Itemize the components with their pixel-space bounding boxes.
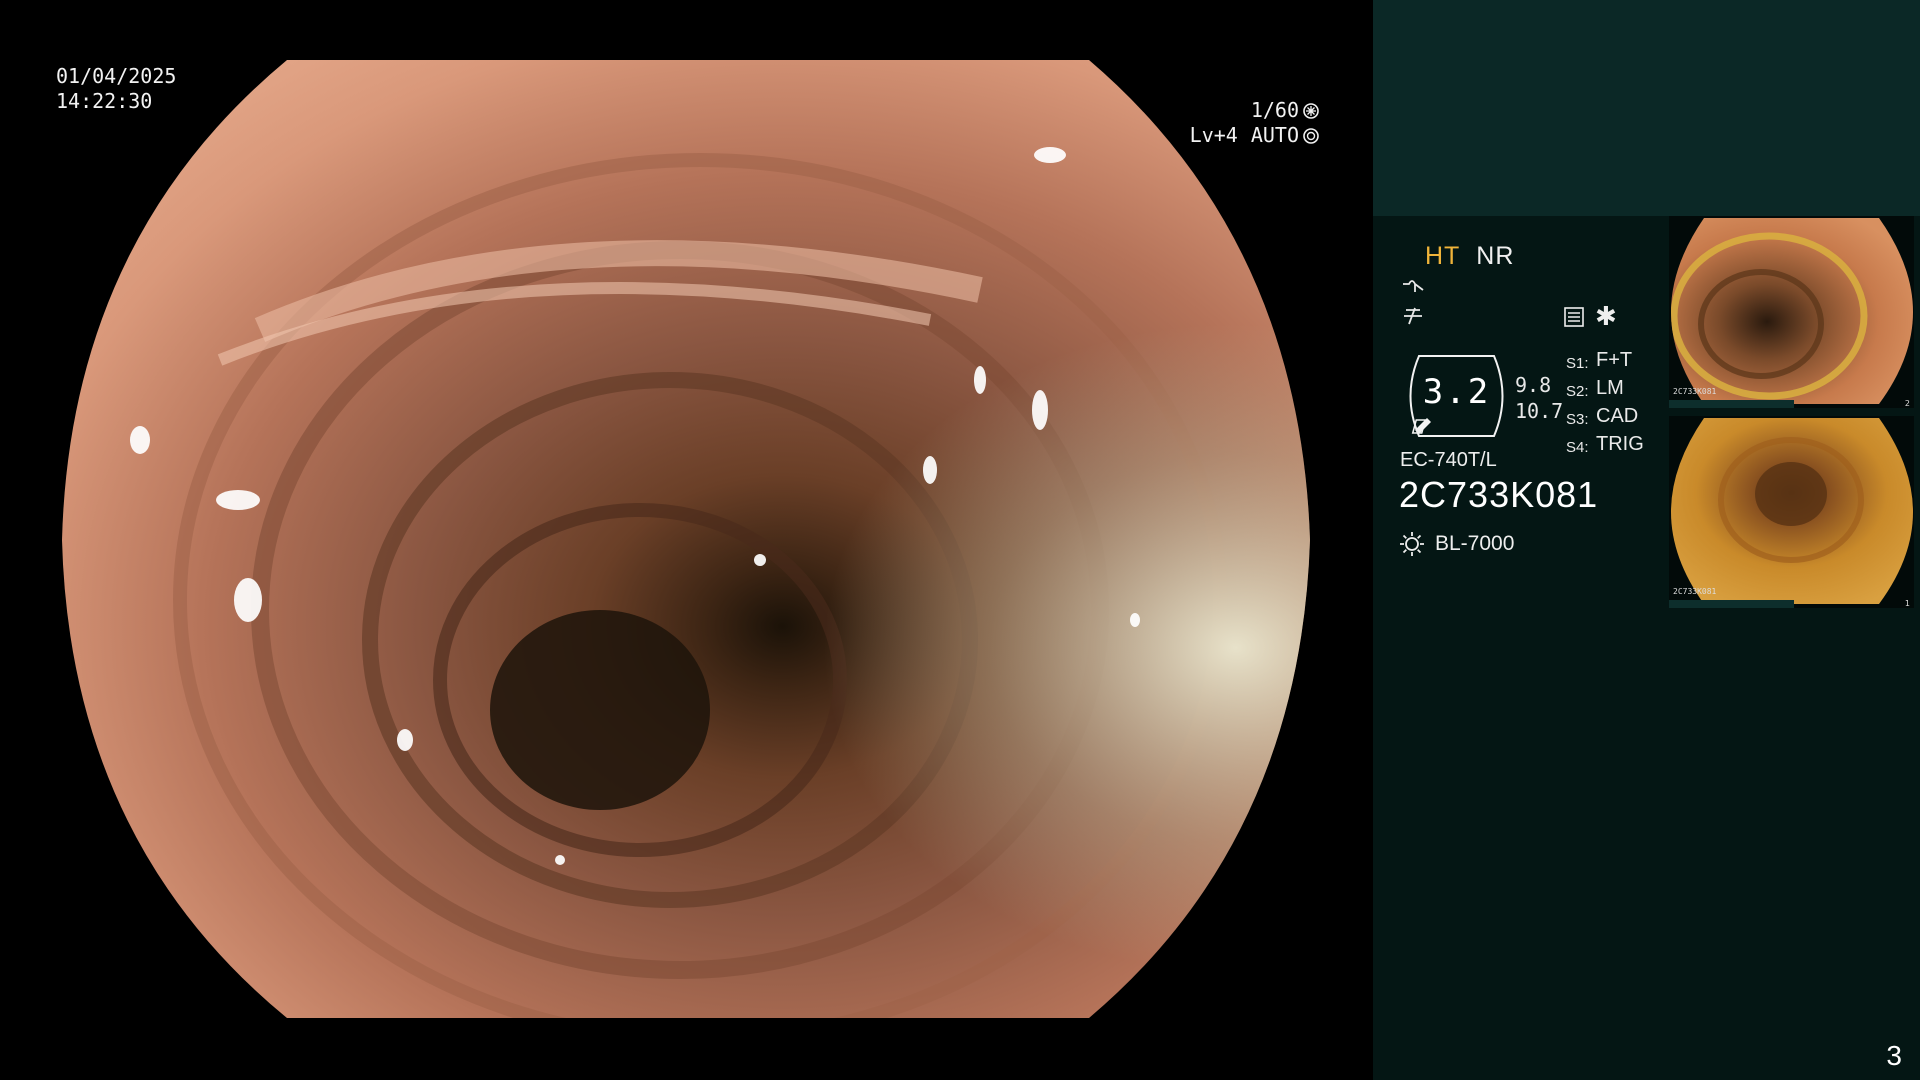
- image-mode: HT NR: [1425, 242, 1514, 271]
- iris-icon: [1303, 127, 1319, 144]
- asterisk-icon: ✱: [1595, 302, 1617, 332]
- side-value-1: 9.8: [1515, 373, 1552, 397]
- shutter-icon: [1303, 102, 1319, 119]
- light-source: BL-7000: [1399, 531, 1514, 557]
- switch-s1: S1: F+T: [1566, 349, 1633, 372]
- exposure-overlay: 1/60 Lv+4 AUTO: [1150, 98, 1320, 148]
- switch-assignments: S1: F+T S2: LM S3: CAD S4: TRIG: [1566, 348, 1644, 460]
- thumbnail-index: 1: [1904, 599, 1910, 608]
- contrast-icon: [1401, 306, 1425, 332]
- datetime-overlay: 01/04/2025 14:22:30: [56, 64, 176, 114]
- iris-line: Lv+4 AUTO: [1150, 123, 1320, 148]
- light-source-icon: [1400, 532, 1424, 556]
- thumbnail-label: 2C733K081: [1673, 587, 1717, 596]
- switch-s4: S4: TRIG: [1566, 433, 1644, 456]
- shutter-text: 1/60: [1250, 98, 1299, 122]
- mode-nr-label: NR: [1476, 242, 1515, 270]
- thumbnail-2[interactable]: 2C733K081 2: [1669, 216, 1914, 408]
- page-number: 3: [1886, 1040, 1902, 1071]
- switch-s3: S3: CAD: [1566, 405, 1639, 428]
- switch-s2: S2: LM: [1566, 377, 1624, 400]
- light-source-text: BL-7000: [1435, 532, 1515, 555]
- gauge-value: 3.2: [1422, 372, 1491, 412]
- scope-model: EC-740T/L: [1400, 449, 1497, 471]
- date-text: 01/04/2025: [56, 64, 177, 88]
- side-value-2: 10.7: [1515, 399, 1564, 423]
- level-text: Lv+4: [1189, 123, 1238, 147]
- thumbnail-bar: [1669, 600, 1794, 608]
- record-icon: [1564, 307, 1584, 327]
- thumbnail-bar: [1669, 400, 1794, 408]
- mode-ht-label: HT: [1425, 242, 1461, 270]
- shutter-line: 1/60: [1150, 98, 1320, 123]
- endoscope-image: [62, 60, 1310, 1018]
- thumbnail-label: 2C733K081: [1673, 387, 1717, 396]
- scope-serial: 2C733K081: [1399, 474, 1599, 515]
- side-values: 9.8 10.7: [1515, 372, 1563, 424]
- endoscope-view: 01/04/2025 14:22:30 1/60 Lv+4 AUTO: [0, 0, 1373, 1080]
- panel-header-area: [1373, 0, 1920, 216]
- thumbnail-1[interactable]: 2C733K081 1: [1669, 416, 1914, 608]
- status-icons: ✱: [1563, 302, 1617, 332]
- info-panel: HT NR ✱ 3.2 9.8 10.7 S1: F+T S2: LM S3: …: [1373, 0, 1920, 1080]
- thumbnail-list: 2C733K081 2 2C733K081 1: [1669, 216, 1914, 616]
- iris-mode-text: AUTO: [1250, 123, 1299, 147]
- enhancement-icon: [1401, 276, 1425, 302]
- time-text: 14:22:30: [56, 89, 153, 113]
- endoscopy-screen: 01/04/2025 14:22:30 1/60 Lv+4 AUTO HT NR…: [0, 0, 1920, 1080]
- thumbnail-index: 2: [1904, 399, 1910, 408]
